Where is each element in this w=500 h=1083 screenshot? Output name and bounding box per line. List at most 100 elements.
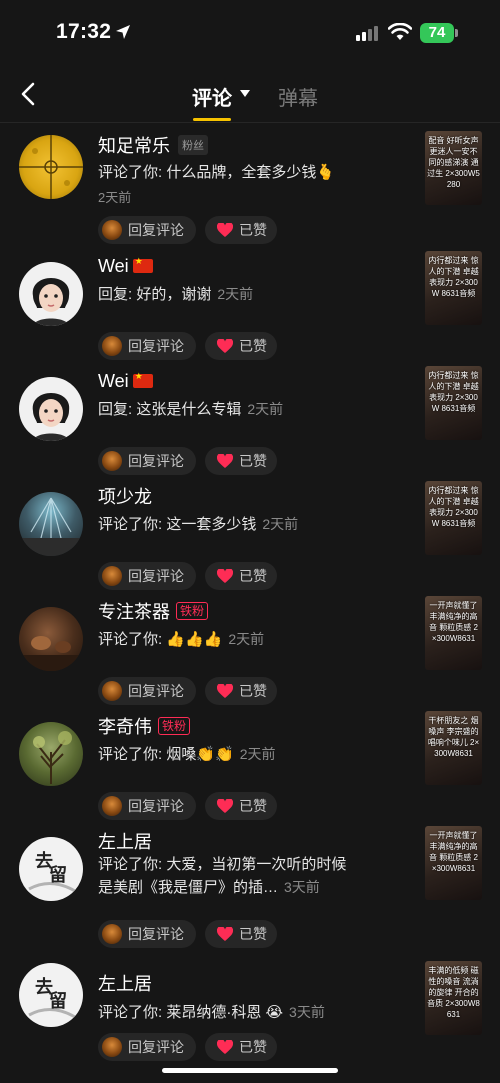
my-avatar-icon bbox=[102, 451, 122, 471]
avatar[interactable] bbox=[19, 607, 83, 671]
like-button[interactable]: 已赞 bbox=[205, 562, 277, 590]
user-name[interactable]: 左上居 bbox=[98, 970, 152, 996]
thumbnail-caption: 配音 好听女声更迷人一安不同的感涕演 通过生 2×300W5280 bbox=[427, 136, 480, 189]
comment-time: 2天前 bbox=[217, 286, 254, 302]
thumbnail-caption: 干杯朋友之 烟嗓声 李宗盛的 唱响个味儿 2×300W8631 bbox=[427, 716, 480, 758]
comment-time: 3天前 bbox=[284, 879, 320, 895]
heart-icon bbox=[217, 569, 233, 583]
reply-button[interactable]: 回复评论 bbox=[98, 447, 196, 475]
comment-body: 评论了你: 烟嗓👏👏 bbox=[98, 746, 234, 763]
user-name[interactable]: 专注茶器 bbox=[98, 598, 170, 624]
like-button[interactable]: 已赞 bbox=[205, 216, 277, 244]
battery-tip bbox=[455, 29, 458, 37]
liked-label: 已赞 bbox=[239, 453, 267, 469]
avatar-photo bbox=[19, 497, 83, 556]
like-button[interactable]: 已赞 bbox=[205, 332, 277, 360]
back-chevron-icon[interactable] bbox=[16, 80, 42, 108]
battery-indicator: 74 bbox=[420, 23, 454, 43]
comment-text: 回复: 这张是什么专辑 2天前 bbox=[98, 398, 348, 421]
avatar-photo bbox=[19, 636, 83, 671]
user-name[interactable]: Wei bbox=[98, 256, 129, 277]
like-button[interactable]: 已赞 bbox=[205, 447, 277, 475]
thumbnail-caption: 内行都过来 惊人的下潜 卓越表现力 2×300W 8631音频 bbox=[428, 371, 479, 413]
comment-body: 回复: 好的，谢谢 bbox=[98, 286, 212, 303]
status-bar: 17:32 74 bbox=[0, 0, 500, 66]
liked-label: 已赞 bbox=[239, 338, 267, 354]
user-name[interactable]: Wei bbox=[98, 371, 129, 392]
comment-text: 评论了你: 大爱，当初第一次听的时候是美剧《我是僵尸》的插… 3天前 bbox=[98, 853, 348, 899]
reply-label: 回复评论 bbox=[128, 453, 184, 469]
heart-icon bbox=[217, 799, 233, 813]
reply-label: 回复评论 bbox=[128, 222, 184, 238]
name-row: Wei bbox=[98, 253, 153, 279]
reply-button[interactable]: 回复评论 bbox=[98, 792, 196, 820]
avatar[interactable] bbox=[19, 135, 83, 199]
comment-time: 2天前 bbox=[262, 516, 299, 532]
avatar[interactable] bbox=[19, 722, 83, 786]
avatar[interactable] bbox=[19, 377, 83, 441]
thumbnail-caption: 内行都过来 惊人的下潜 卓越表现力 2×300W 8631音频 bbox=[428, 256, 479, 298]
avatar-calligraphy: 去 留 bbox=[28, 976, 76, 1019]
reply-label: 回复评论 bbox=[128, 798, 184, 814]
comment-body: 评论了你: 👍👍👍 bbox=[98, 631, 223, 648]
video-thumbnail[interactable]: 一开声就懂了 丰满纯净的高音 颗粒质感 2×300W8631 bbox=[425, 826, 482, 900]
name-row: Wei bbox=[98, 368, 153, 394]
reply-button[interactable]: 回复评论 bbox=[98, 1033, 196, 1061]
avatar-calligraphy: 去 留 bbox=[28, 850, 76, 893]
comment-body: 评论了你: 莱昂纳德·科恩 😭 bbox=[98, 1004, 284, 1021]
reply-button[interactable]: 回复评论 bbox=[98, 920, 196, 948]
iron-fan-badge: 铁粉 bbox=[176, 602, 209, 620]
avatar[interactable]: 去 留 bbox=[19, 963, 83, 1027]
comment-time: 3天前 bbox=[289, 1004, 325, 1020]
video-thumbnail[interactable]: 配音 好听女声更迷人一安不同的感涕演 通过生 2×300W5280 bbox=[425, 131, 482, 205]
name-row: 专注茶器 铁粉 bbox=[98, 598, 209, 624]
comment-time: 2天前 bbox=[239, 746, 276, 762]
caret-down-icon[interactable] bbox=[240, 90, 250, 97]
user-name[interactable]: 项少龙 bbox=[98, 483, 152, 509]
liked-label: 已赞 bbox=[239, 568, 267, 584]
reply-button[interactable]: 回复评论 bbox=[98, 216, 196, 244]
avatar[interactable] bbox=[19, 492, 83, 556]
user-name[interactable]: 李奇伟 bbox=[98, 713, 152, 739]
user-name[interactable]: 知足常乐 bbox=[98, 132, 170, 158]
heart-icon bbox=[217, 339, 233, 353]
reply-button[interactable]: 回复评论 bbox=[98, 562, 196, 590]
thumbnail-caption: 一开声就懂了 丰满纯净的高音 颗粒质感 2×300W8631 bbox=[429, 601, 478, 643]
liked-label: 已赞 bbox=[239, 798, 267, 814]
video-thumbnail[interactable]: 内行都过来 惊人的下潜 卓越表现力 2×300W 8631音频 bbox=[425, 481, 482, 555]
comment-time: 2天前 bbox=[228, 631, 265, 647]
comment-text: 回复: 好的，谢谢 2天前 bbox=[98, 283, 348, 306]
like-button[interactable]: 已赞 bbox=[205, 677, 277, 705]
my-avatar-icon bbox=[102, 1037, 122, 1057]
reply-label: 回复评论 bbox=[128, 1039, 184, 1055]
thumbnail-caption: 一开声就懂了 丰满纯净的高音 颗粒质感 2×300W8631 bbox=[429, 831, 478, 873]
video-thumbnail[interactable]: 一开声就懂了 丰满纯净的高音 颗粒质感 2×300W8631 bbox=[425, 596, 482, 670]
liked-label: 已赞 bbox=[239, 926, 267, 942]
reply-button[interactable]: 回复评论 bbox=[98, 332, 196, 360]
video-thumbnail[interactable]: 干杯朋友之 烟嗓声 李宗盛的 唱响个味儿 2×300W8631 bbox=[425, 711, 482, 785]
video-thumbnail[interactable]: 内行都过来 惊人的下潜 卓越表现力 2×300W 8631音频 bbox=[425, 251, 482, 325]
video-thumbnail[interactable]: 内行都过来 惊人的下潜 卓越表现力 2×300W 8631音频 bbox=[425, 366, 482, 440]
name-row: 李奇伟 铁粉 bbox=[98, 713, 191, 739]
like-button[interactable]: 已赞 bbox=[205, 1033, 277, 1061]
liked-label: 已赞 bbox=[239, 683, 267, 699]
reply-button[interactable]: 回复评论 bbox=[98, 677, 196, 705]
like-button[interactable]: 已赞 bbox=[205, 792, 277, 820]
like-button[interactable]: 已赞 bbox=[205, 920, 277, 948]
avatar-pattern bbox=[19, 135, 83, 199]
tab-danmaku[interactable]: 弹幕 bbox=[278, 82, 318, 111]
video-thumbnail[interactable]: 丰满的低频 磁性的嗓音 流淌的旋律 开合的音质 2×300W8631 bbox=[425, 961, 482, 1035]
tab-comments[interactable]: 评论 bbox=[192, 82, 232, 111]
avatar[interactable] bbox=[19, 262, 83, 326]
heart-icon bbox=[217, 1040, 233, 1054]
my-avatar-icon bbox=[102, 220, 122, 240]
user-name[interactable]: 左上居 bbox=[98, 828, 152, 854]
name-row: 项少龙 bbox=[98, 483, 152, 509]
signal-icon bbox=[356, 26, 378, 41]
avatar-face bbox=[32, 393, 70, 441]
avatar-face bbox=[32, 278, 70, 326]
comments-header: 评论 弹幕 bbox=[0, 66, 500, 123]
avatar[interactable]: 去 留 bbox=[19, 837, 83, 901]
status-time: 17:32 bbox=[56, 20, 112, 43]
home-indicator[interactable] bbox=[162, 1068, 338, 1073]
